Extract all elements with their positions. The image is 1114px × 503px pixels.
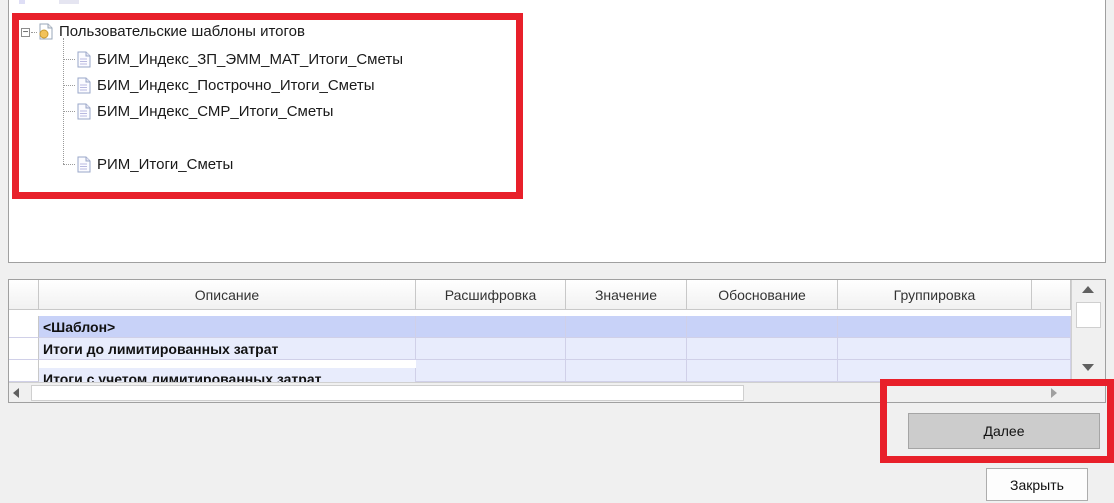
- cell-breakdown[interactable]: [416, 338, 566, 360]
- row-indicator: [9, 316, 39, 338]
- cell-grouping[interactable]: [838, 316, 1071, 338]
- clipped-tree-row: [19, 0, 199, 4]
- row-indicator: [9, 338, 39, 360]
- cell-value[interactable]: [566, 360, 687, 382]
- scroll-left-icon[interactable]: [13, 388, 19, 398]
- vertical-scrollbar[interactable]: [1071, 280, 1105, 382]
- cell-breakdown[interactable]: [416, 316, 566, 338]
- cell-breakdown[interactable]: [416, 360, 566, 382]
- column-header-grouping[interactable]: Группировка: [838, 280, 1032, 310]
- cell-justification[interactable]: [687, 316, 838, 338]
- cell-grouping[interactable]: [838, 338, 1071, 360]
- close-button[interactable]: Закрыть: [986, 468, 1088, 501]
- row-indicator: [9, 360, 39, 382]
- scroll-down-icon[interactable]: [1082, 364, 1094, 371]
- table-row[interactable]: Итоги до лимитированных затрат: [9, 338, 1071, 360]
- cell-description[interactable]: Итоги до лимитированных затрат: [39, 338, 416, 360]
- tree-highlight-frame: [12, 13, 523, 199]
- column-header-description[interactable]: Описание: [39, 280, 416, 310]
- vertical-scroll-thumb[interactable]: [1076, 302, 1101, 328]
- grid-corner: [9, 280, 39, 310]
- cell-description[interactable]: <Шаблон>: [39, 316, 416, 338]
- cell-value[interactable]: [566, 338, 687, 360]
- cell-justification[interactable]: [687, 338, 838, 360]
- column-header-value[interactable]: Значение: [566, 280, 687, 310]
- cell-justification[interactable]: [687, 360, 838, 382]
- horizontal-scroll-thumb[interactable]: [31, 385, 744, 401]
- next-button-highlight-frame: [880, 379, 1114, 463]
- cell-description[interactable]: Итоги с учетом лимитированных затрат: [39, 368, 416, 382]
- scroll-up-icon[interactable]: [1082, 286, 1094, 293]
- table-row[interactable]: <Шаблон>: [9, 316, 1071, 338]
- cell-value[interactable]: [566, 316, 687, 338]
- column-header-justification[interactable]: Обоснование: [687, 280, 838, 310]
- column-header-filler: [1032, 280, 1071, 310]
- column-header-breakdown[interactable]: Расшифровка: [416, 280, 566, 310]
